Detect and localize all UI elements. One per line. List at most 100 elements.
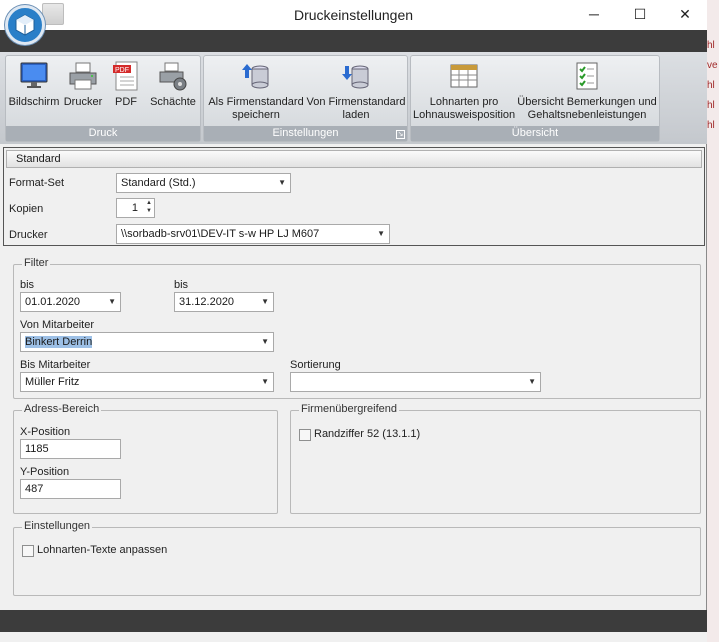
ribbon-tab-bar [0,30,707,52]
app-logo-icon[interactable] [5,5,45,45]
drucker-button[interactable]: Drucker [60,58,106,109]
background-window-strip: hl ve hl hl hl [707,0,719,642]
pdf-label: PDF [115,96,137,108]
filter-group: Filter bis 01.01.2020 ▼ bis 31.12.2020 ▼… [13,257,701,399]
adress-bereich-title: Adress-Bereich [22,403,102,415]
date-to-select[interactable]: 31.12.2020 ▼ [174,292,274,312]
ribbon-group-einstellungen: Als Firmenstandard speichern Von Firmens… [203,55,408,142]
standard-panel: Standard Format-Set Standard (Std.) ▼ Ko… [3,147,705,246]
sortierung-label: Sortierung [290,359,341,371]
close-button[interactable]: ✕ [662,0,708,28]
ribbon-group-druck: Bildschirm Drucker PDF PDF Schächte Druc… [5,55,201,142]
bis-from-label: bis [20,279,35,291]
database-download-icon [340,60,372,92]
y-position-value: 487 [25,483,44,495]
bildschirm-label: Bildschirm [8,96,60,108]
von-mitarbeiter-label: Von Mitarbeiter [20,319,94,331]
lohnarten-label-2: Lohnausweisposition [413,109,516,121]
y-position-input[interactable]: 487 [20,479,121,499]
kopien-value: 1 [131,202,138,214]
monitor-icon [18,60,50,92]
format-set-value: Standard (Std.) [121,177,196,189]
uebersicht-bemerkungen-button[interactable]: Übersicht Bemerkungen und Gehaltsnebenle… [515,58,659,122]
randziffer-checkbox[interactable] [299,429,311,441]
chevron-down-icon: ▼ [261,297,269,306]
spin-arrows-icon[interactable]: ▲ ▼ [146,199,152,215]
background-text: hl [707,40,715,51]
bis-to-label: bis [174,279,189,291]
randziffer-label[interactable]: Randziffer 52 (13.1.1) [314,428,420,440]
background-text: hl [707,100,715,111]
als-firmenstandard-speichern-button[interactable]: Als Firmenstandard speichern [206,58,306,122]
lohnarten-label-1: Lohnarten pro [429,96,499,108]
svg-text:PDF: PDF [115,67,129,74]
einstellungen-title: Einstellungen [22,520,93,532]
window-bottom-edge [0,632,707,642]
status-bar [0,610,707,632]
chevron-down-icon: ▼ [377,229,385,238]
dialog-launcher-icon[interactable]: ↘ [396,130,405,139]
lohnarten-pro-lohnausweisposition-button[interactable]: Lohnarten pro Lohnausweisposition [413,58,515,122]
von-firmenstandard-laden-button[interactable]: Von Firmenstandard laden [306,58,406,122]
group-label-uebersicht: Übersicht [411,126,659,141]
uebersicht-bemerkungen-label-2: Gehaltsnebenleistungen [527,109,647,121]
chevron-down-icon: ▼ [261,337,269,346]
von-mitarbeiter-value: Binkert Derrin [25,336,93,348]
filter-title: Filter [22,257,51,269]
drucker-value: \\sorbadb-srv01\DEV-IT s-w HP LJ M607 [121,228,320,240]
chevron-down-icon: ▼ [278,178,286,187]
pdf-button[interactable]: PDF PDF [106,58,146,109]
uebersicht-bemerkungen-label-1: Übersicht Bemerkungen und [517,96,657,108]
schaechte-button[interactable]: Schächte [146,58,200,109]
background-text: ve [707,60,718,71]
minimize-button[interactable]: ─ [571,0,617,28]
group-label-einstellungen: Einstellungen [204,126,407,141]
y-position-label: Y-Position [20,466,70,478]
chevron-down-icon: ▼ [528,377,536,386]
printer-gear-icon [157,60,189,92]
pdf-icon: PDF [110,60,142,92]
date-from-select[interactable]: 01.01.2020 ▼ [20,292,121,312]
chevron-down-icon: ▼ [261,377,269,386]
lohnarten-texte-label[interactable]: Lohnarten-Texte anpassen [37,544,167,556]
title-bar[interactable]: Druckeinstellungen ─ ☐ ✕ [0,0,707,30]
firmenuebergreifend-group: Firmenübergreifend Randziffer 52 (13.1.1… [290,403,701,514]
group-label-druck: Druck [6,126,200,141]
bildschirm-button[interactable]: Bildschirm [8,58,60,109]
bis-mitarbeiter-select[interactable]: Müller Fritz ▼ [20,372,274,392]
print-settings-window: Druckeinstellungen ─ ☐ ✕ Bildschirm Druc… [0,0,707,642]
von-mitarbeiter-select[interactable]: Binkert Derrin ▼ [20,332,274,352]
drucker-label: Drucker [9,229,48,241]
kopien-label: Kopien [9,203,44,215]
lohnarten-texte-checkbox[interactable] [22,545,34,557]
table-icon [448,60,480,92]
chevron-down-icon: ▼ [108,297,116,306]
bis-mitarbeiter-label: Bis Mitarbeiter [20,359,91,371]
maximize-button[interactable]: ☐ [617,0,663,28]
format-set-select[interactable]: Standard (Std.) ▼ [116,173,291,193]
sortierung-select[interactable]: ▼ [290,372,541,392]
standard-panel-header[interactable]: Standard [6,150,702,168]
printer-icon [67,60,99,92]
kopien-stepper[interactable]: 1 ▲ ▼ [116,198,155,218]
ribbon: Bildschirm Drucker PDF PDF Schächte Druc… [0,52,707,144]
date-to-value: 31.12.2020 [179,296,235,308]
als-firmenstandard-label-1: Als Firmenstandard [208,96,304,108]
firmenuebergreifend-title: Firmenübergreifend [299,403,399,415]
drucker-select[interactable]: \\sorbadb-srv01\DEV-IT s-w HP LJ M607 ▼ [116,224,390,244]
background-text: hl [707,120,715,131]
x-position-input[interactable]: 1185 [20,439,121,459]
date-from-value: 01.01.2020 [25,296,81,308]
von-firmenstandard-label-2: laden [342,109,370,121]
ribbon-group-uebersicht: Lohnarten pro Lohnausweisposition Übersi… [410,55,660,142]
bis-mitarbeiter-value: Müller Fritz [25,376,80,388]
von-firmenstandard-label-1: Von Firmenstandard [306,96,406,108]
adress-bereich-group: Adress-Bereich X-Position 1185 Y-Positio… [13,403,278,514]
x-position-label: X-Position [20,426,71,438]
als-firmenstandard-label-2: speichern [232,109,280,121]
database-upload-icon [240,60,272,92]
background-text: hl [707,80,715,91]
schaechte-label: Schächte [150,96,196,108]
x-position-value: 1185 [25,443,49,455]
einstellungen-group: Einstellungen Lohnarten-Texte anpassen [13,520,701,596]
